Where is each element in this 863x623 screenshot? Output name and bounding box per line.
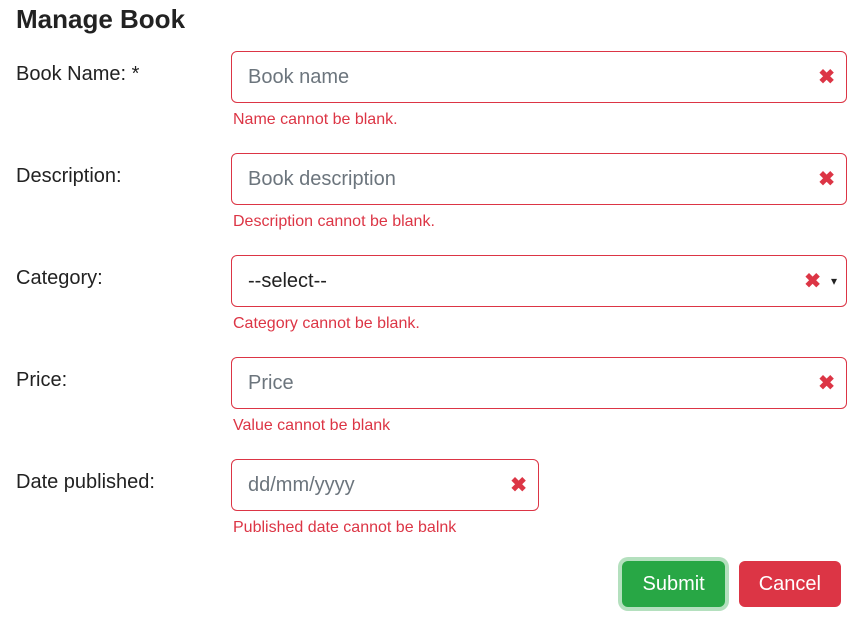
label-date: Date published:	[16, 459, 231, 494]
row-category: Category: --select-- ✖ ▾ Category cannot…	[16, 255, 847, 351]
page-title: Manage Book	[16, 4, 847, 35]
date-input[interactable]	[231, 459, 539, 511]
description-input[interactable]	[231, 153, 847, 205]
book-name-input[interactable]	[231, 51, 847, 103]
price-input[interactable]	[231, 357, 847, 409]
row-price: Price: ✖ Value cannot be blank	[16, 357, 847, 453]
label-book-name: Book Name: *	[16, 51, 231, 86]
error-book-name: Name cannot be blank.	[233, 111, 847, 129]
cancel-button[interactable]: Cancel	[739, 561, 841, 607]
error-category: Category cannot be blank.	[233, 315, 847, 333]
button-row: Submit Cancel	[16, 561, 847, 607]
submit-button[interactable]: Submit	[622, 561, 724, 607]
row-date: Date published: ✖ Published date cannot …	[16, 459, 847, 555]
row-description: Description: ✖ Description cannot be bla…	[16, 153, 847, 249]
error-date: Published date cannot be balnk	[233, 519, 847, 537]
error-price: Value cannot be blank	[233, 417, 847, 435]
category-select[interactable]: --select--	[231, 255, 847, 307]
label-category: Category:	[16, 255, 231, 290]
row-book-name: Book Name: * ✖ Name cannot be blank.	[16, 51, 847, 147]
label-price: Price:	[16, 357, 231, 392]
error-description: Description cannot be blank.	[233, 213, 847, 231]
label-description: Description:	[16, 153, 231, 188]
